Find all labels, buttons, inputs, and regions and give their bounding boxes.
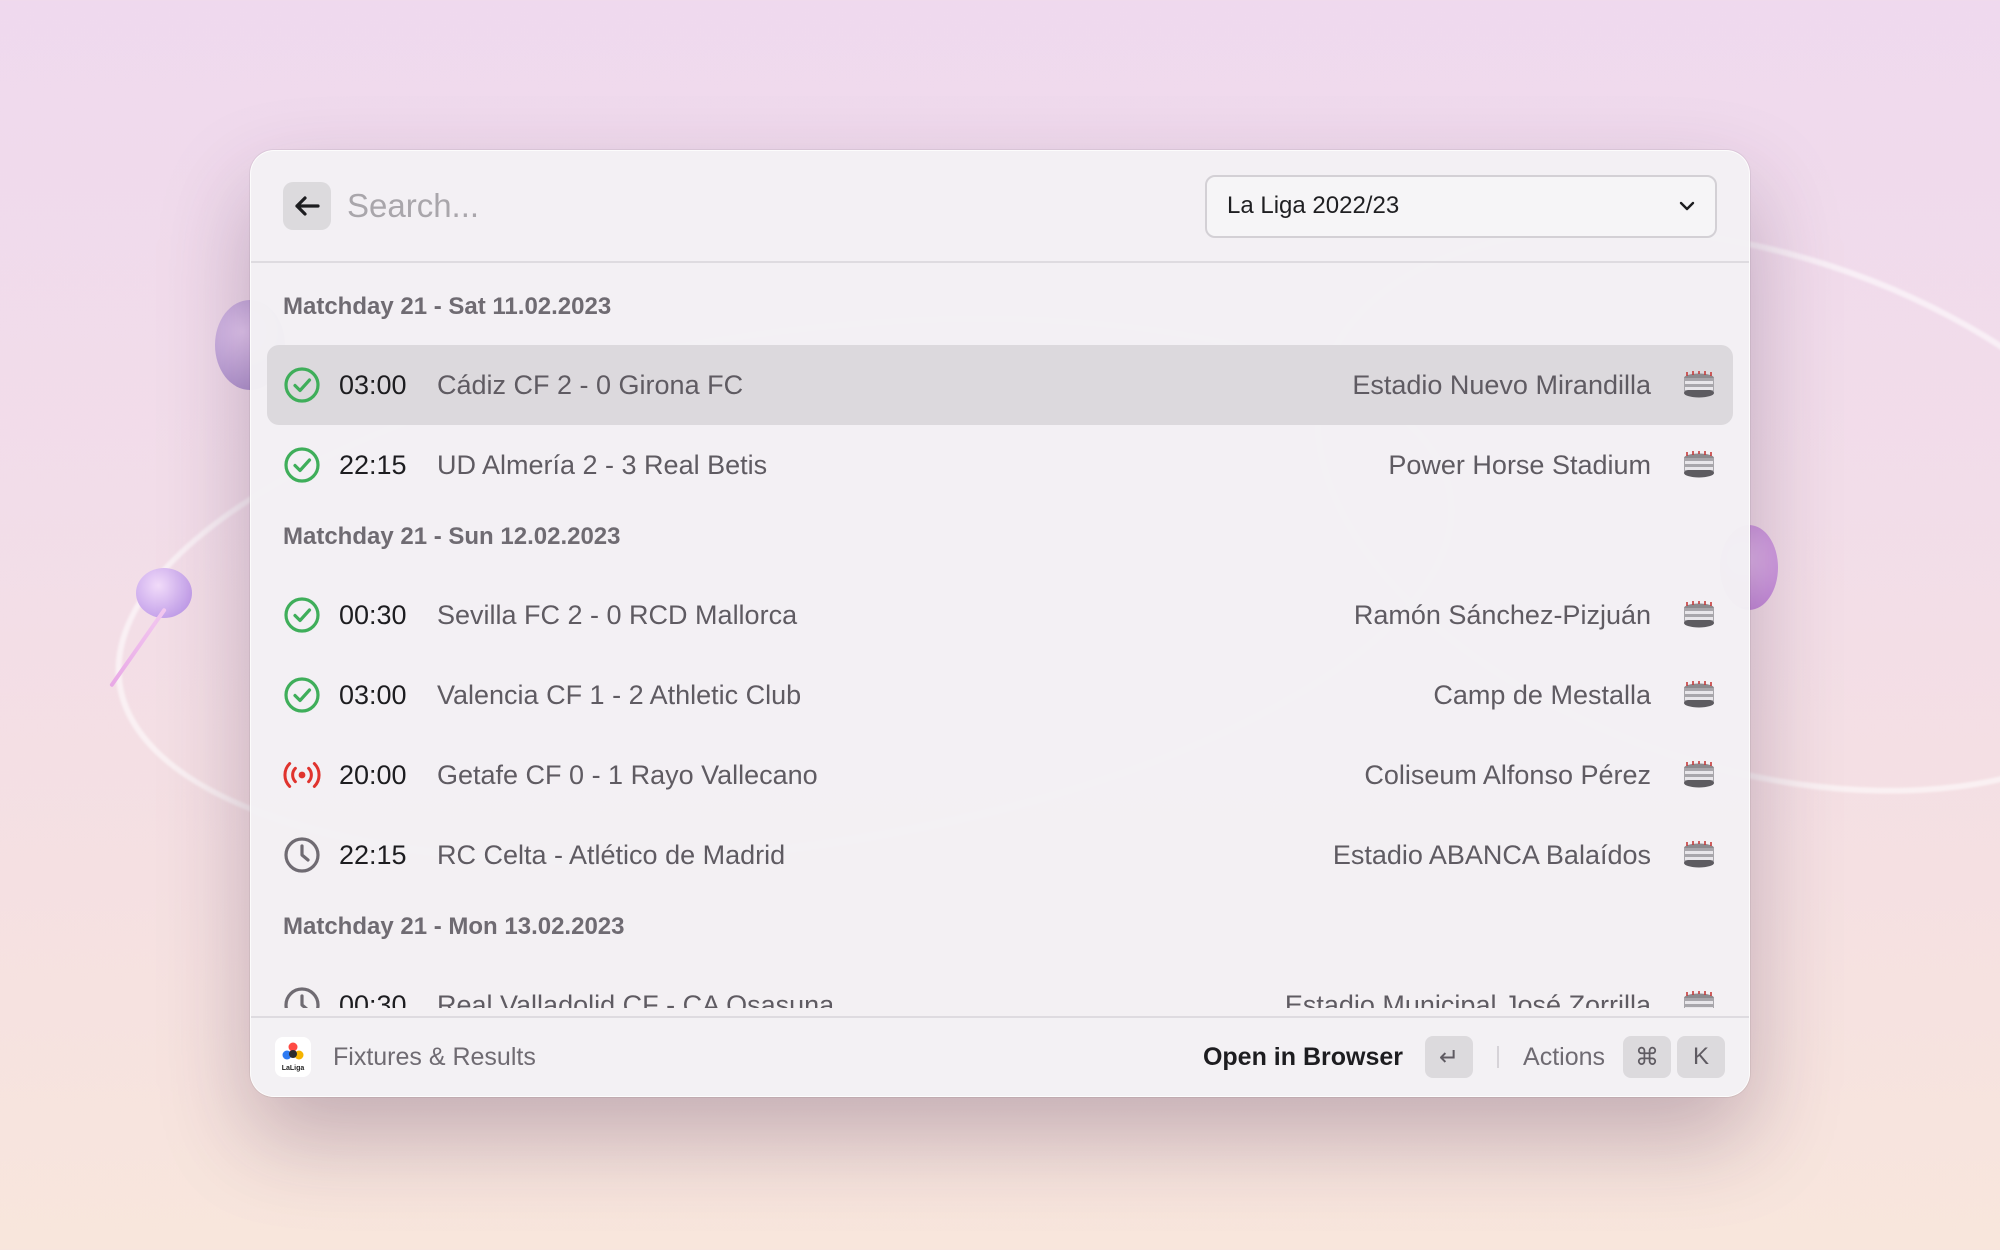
return-key-icon: ↵ bbox=[1438, 1043, 1460, 1071]
stadium-icon bbox=[1684, 681, 1714, 708]
k-key-hint: K bbox=[1677, 1036, 1725, 1078]
check-circle-icon bbox=[284, 677, 320, 713]
fixtures-list: Matchday 21 - Sat 11.02.2023 03:00 Cádiz… bbox=[251, 263, 1749, 1008]
clock-icon bbox=[284, 987, 320, 1008]
venue-name: Camp de Mestalla bbox=[1433, 679, 1651, 710]
extension-title: Fixtures & Results bbox=[333, 1042, 536, 1071]
footer-divider bbox=[1497, 1046, 1500, 1068]
kickoff-time: 22:15 bbox=[339, 839, 407, 870]
laliga-logo-mark bbox=[282, 1042, 304, 1060]
command-key-icon: ⌘ bbox=[1635, 1043, 1659, 1071]
match-status-icon bbox=[283, 756, 321, 794]
match-status-icon bbox=[283, 366, 321, 404]
season-dropdown-value: La Liga 2022/23 bbox=[1227, 192, 1400, 219]
venue-name: Estadio ABANCA Balaídos bbox=[1332, 839, 1651, 870]
search-input[interactable] bbox=[347, 176, 1205, 236]
match-teams-score: RC Celta - Atlético de Madrid bbox=[437, 839, 786, 870]
search-bar: La Liga 2022/23 bbox=[251, 151, 1749, 263]
match-status-icon bbox=[283, 676, 321, 714]
kickoff-time: 22:15 bbox=[339, 449, 407, 480]
fixture-row[interactable]: 03:00 Cádiz CF 2 - 0 Girona FC Estadio N… bbox=[267, 345, 1733, 425]
fixture-row[interactable]: 22:15 RC Celta - Atlético de Madrid Esta… bbox=[267, 815, 1733, 895]
stadium-icon-wrap bbox=[1681, 370, 1717, 400]
fixture-row[interactable]: 00:30 Real Valladolid CF - CA Osasuna Es… bbox=[267, 965, 1733, 1008]
stadium-icon bbox=[1684, 371, 1714, 398]
stadium-icon bbox=[1684, 601, 1714, 628]
stadium-icon bbox=[1684, 991, 1714, 1008]
stadium-icon-wrap bbox=[1681, 450, 1717, 480]
match-teams-score: Valencia CF 1 - 2 Athletic Club bbox=[437, 679, 802, 710]
match-teams-score: UD Almería 2 - 3 Real Betis bbox=[437, 449, 768, 480]
venue-name: Power Horse Stadium bbox=[1388, 449, 1651, 480]
action-bar: LaLiga Fixtures & Results Open in Browse… bbox=[251, 1016, 1749, 1096]
kickoff-time: 20:00 bbox=[339, 759, 407, 790]
fixture-row[interactable]: 03:00 Valencia CF 1 - 2 Athletic Club Ca… bbox=[267, 655, 1733, 735]
match-status-icon bbox=[283, 446, 321, 484]
stadium-icon-wrap bbox=[1681, 760, 1717, 790]
kickoff-time: 03:00 bbox=[339, 369, 407, 400]
stadium-icon-wrap bbox=[1681, 680, 1717, 710]
stadium-icon bbox=[1684, 841, 1714, 868]
stadium-icon bbox=[1684, 761, 1714, 788]
stadium-icon-wrap bbox=[1681, 600, 1717, 630]
command-key-hint: ⌘ bbox=[1623, 1036, 1671, 1078]
match-teams-score: Sevilla FC 2 - 0 RCD Mallorca bbox=[437, 599, 798, 630]
venue-name: Estadio Municipal José Zorrilla bbox=[1284, 989, 1651, 1009]
venue-name: Estadio Nuevo Mirandilla bbox=[1352, 369, 1651, 400]
match-teams-score: Cádiz CF 2 - 0 Girona FC bbox=[437, 369, 744, 400]
stadium-icon bbox=[1684, 451, 1714, 478]
venue-name: Coliseum Alfonso Pérez bbox=[1364, 759, 1651, 790]
check-circle-icon bbox=[284, 447, 320, 483]
match-status-icon bbox=[283, 596, 321, 634]
k-key-label: K bbox=[1692, 1043, 1709, 1070]
laliga-logo: LaLiga bbox=[275, 1037, 311, 1077]
kickoff-time: 00:30 bbox=[339, 599, 407, 630]
check-circle-icon bbox=[284, 367, 320, 403]
kickoff-time: 03:00 bbox=[339, 679, 407, 710]
actions-button[interactable]: Actions bbox=[1523, 1043, 1605, 1072]
live-broadcast-icon bbox=[283, 762, 321, 788]
stadium-icon-wrap bbox=[1681, 990, 1717, 1008]
section-header: Matchday 21 - Sat 11.02.2023 bbox=[283, 293, 612, 320]
stadium-icon-wrap bbox=[1681, 840, 1717, 870]
fixture-row[interactable]: 20:00 Getafe CF 0 - 1 Rayo Vallecano Col… bbox=[267, 735, 1733, 815]
enter-key-hint: ↵ bbox=[1425, 1036, 1474, 1078]
fixture-row[interactable]: 00:30 Sevilla FC 2 - 0 RCD Mallorca Ramó… bbox=[267, 575, 1733, 655]
season-dropdown[interactable]: La Liga 2022/23 bbox=[1205, 174, 1717, 238]
match-status-icon bbox=[283, 986, 321, 1008]
match-teams-score: Real Valladolid CF - CA Osasuna bbox=[437, 989, 835, 1009]
match-status-icon bbox=[283, 836, 321, 874]
arrow-left-icon bbox=[295, 196, 320, 216]
section-header: Matchday 21 - Sun 12.02.2023 bbox=[283, 523, 621, 550]
venue-name: Ramón Sánchez-Pizjuán bbox=[1353, 599, 1651, 630]
open-in-browser-button[interactable]: Open in Browser bbox=[1203, 1043, 1403, 1072]
clock-icon bbox=[284, 837, 320, 873]
laliga-logo-text: LaLiga bbox=[281, 1065, 305, 1072]
section-header: Matchday 21 - Mon 13.02.2023 bbox=[283, 913, 625, 940]
check-circle-icon bbox=[284, 597, 320, 633]
fixture-row[interactable]: 22:15 UD Almería 2 - 3 Real Betis Power … bbox=[267, 425, 1733, 505]
chevron-down-icon bbox=[1679, 201, 1695, 211]
kickoff-time: 00:30 bbox=[339, 989, 407, 1009]
match-teams-score: Getafe CF 0 - 1 Rayo Vallecano bbox=[437, 759, 818, 790]
back-button[interactable] bbox=[283, 182, 331, 230]
launcher-window: La Liga 2022/23 Matchday 21 - Sat 11.02.… bbox=[250, 150, 1750, 1097]
